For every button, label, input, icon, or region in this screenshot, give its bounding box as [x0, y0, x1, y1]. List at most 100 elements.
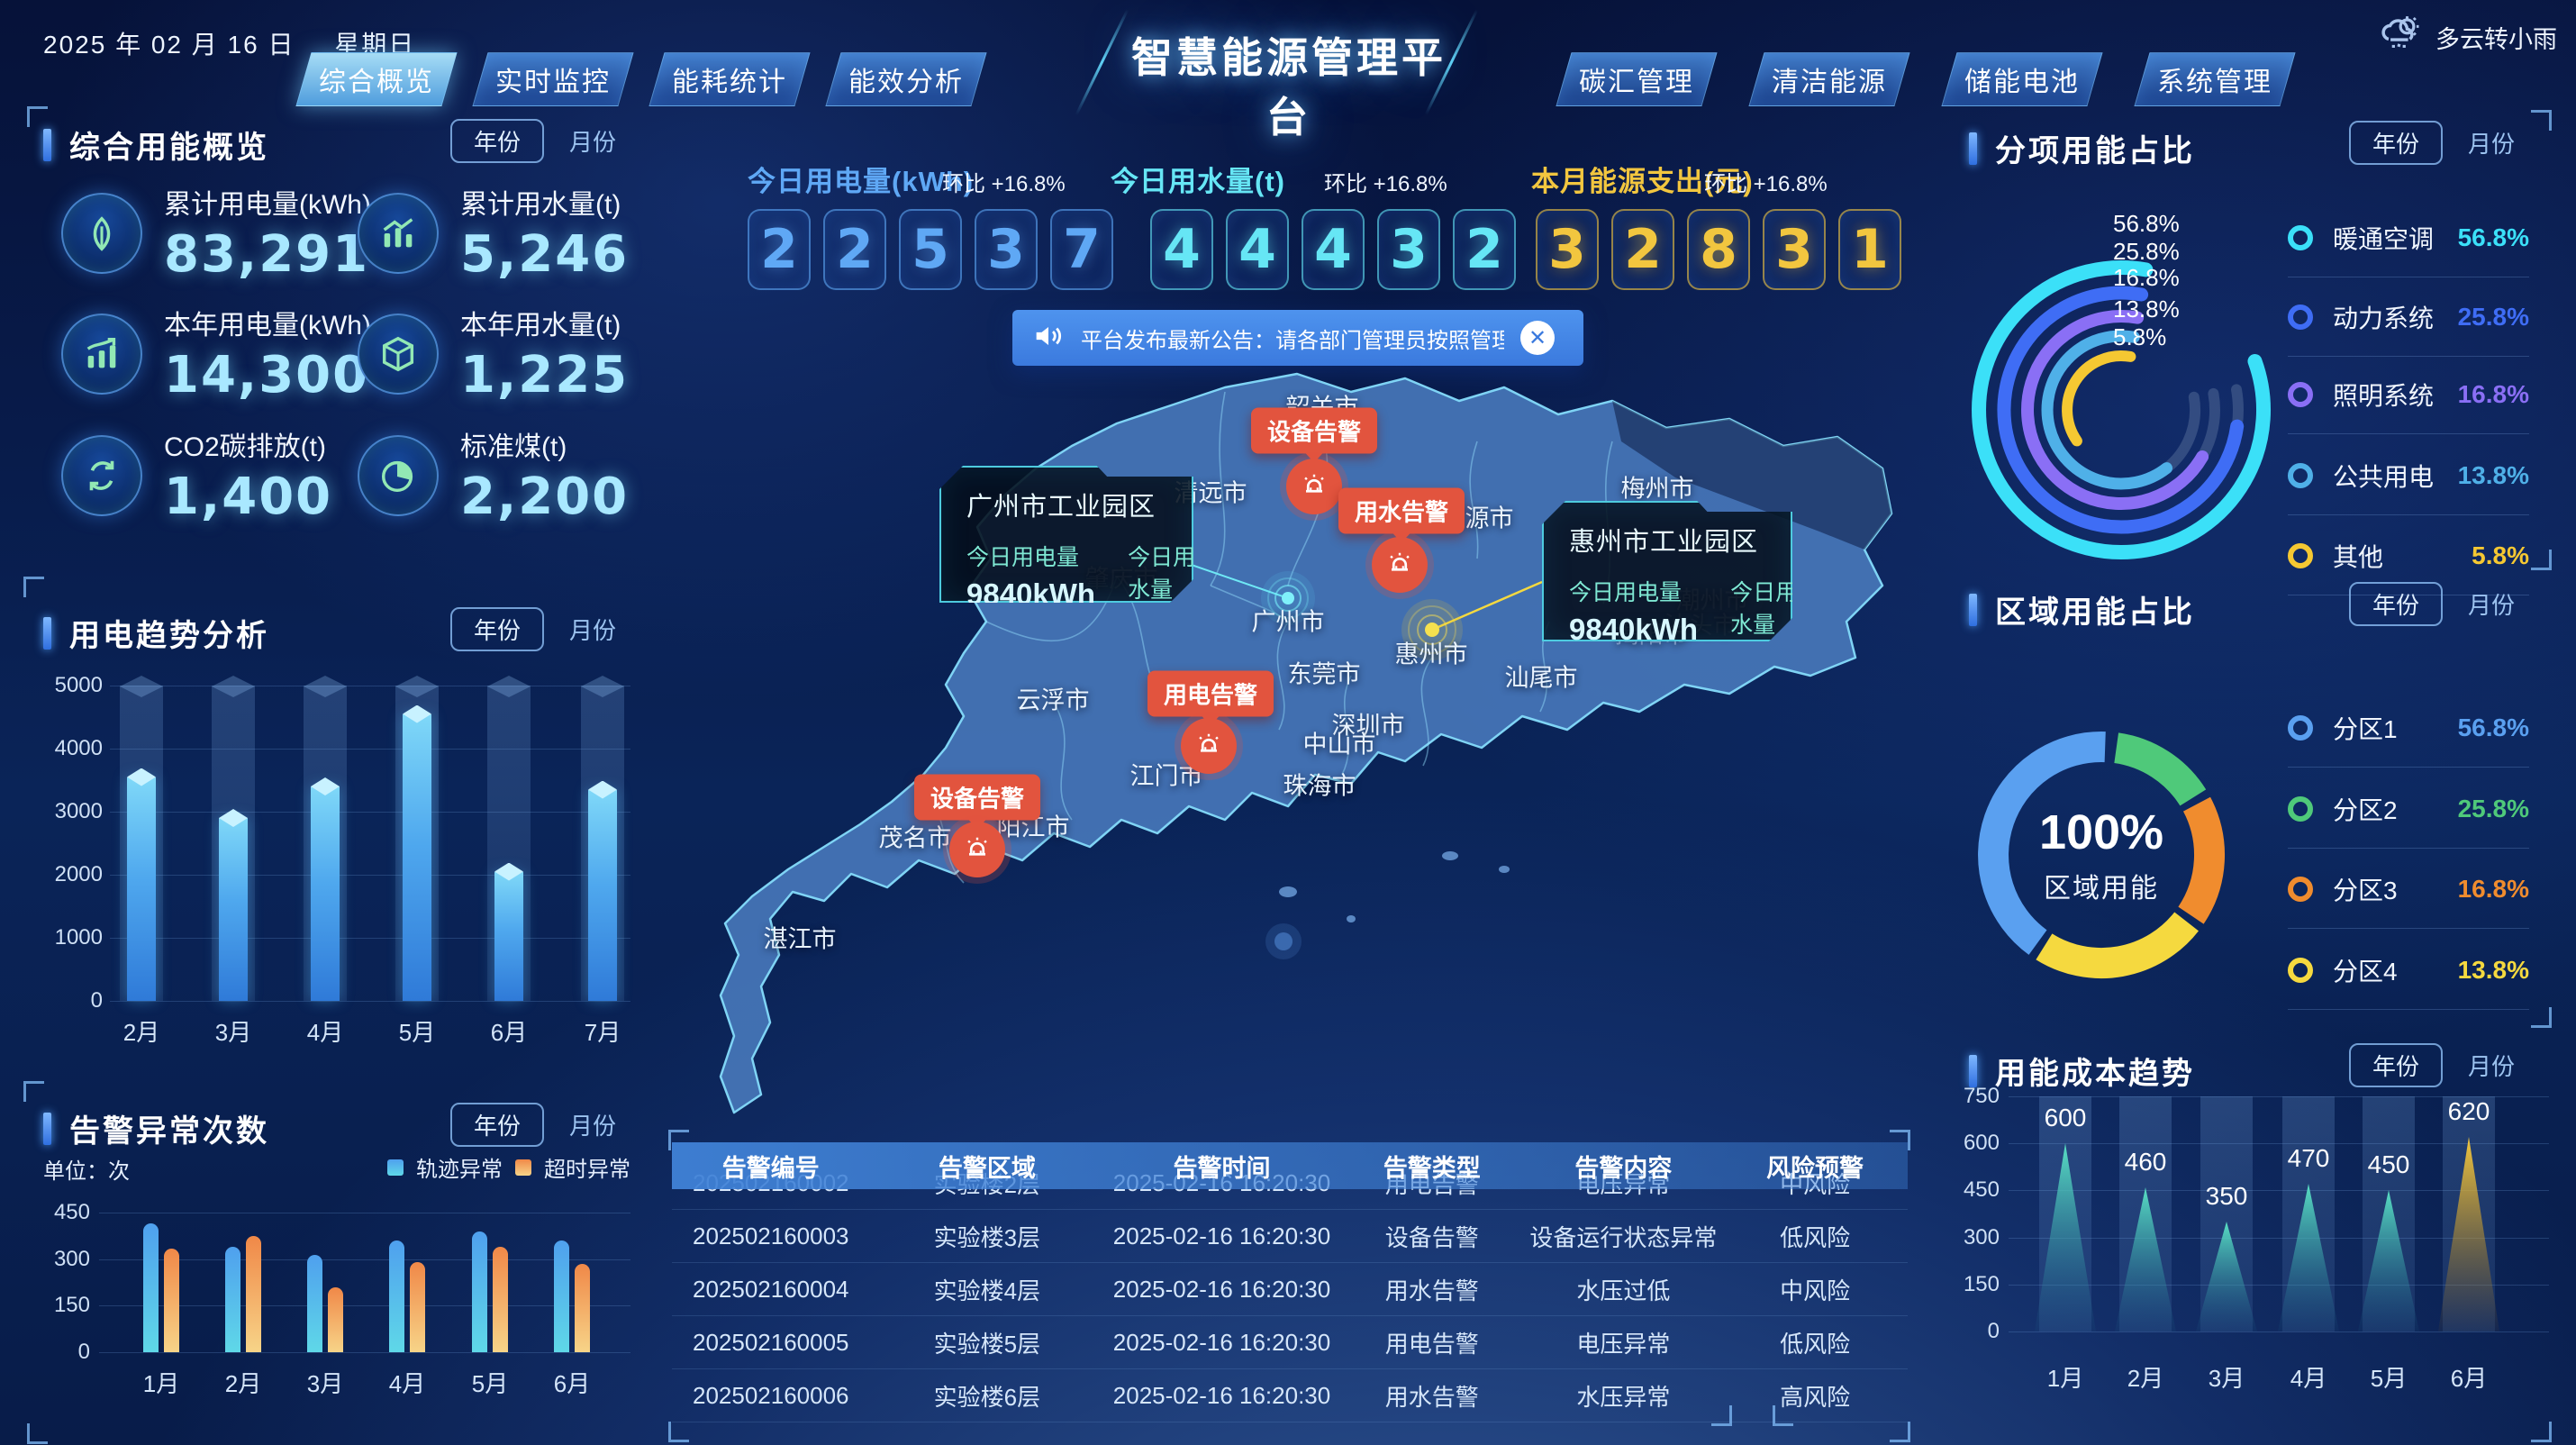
alert-badge[interactable]: 设备告警: [914, 775, 1040, 821]
stat-card: 累计用水量(t)5,246: [358, 182, 629, 284]
table-row[interactable]: 202502160003实验楼3层2025-02-16 16:20:30设备告警…: [672, 1210, 1908, 1263]
kpi-digit-group: 44432: [1150, 209, 1516, 290]
title-accent-bar: [1969, 594, 1977, 626]
weather-icon: [2378, 11, 2425, 64]
x-tick: 5月: [399, 1014, 435, 1048]
kpi-digit: 2: [1453, 209, 1516, 290]
y-tick: 1000: [55, 925, 103, 950]
month-toggle-button[interactable]: 月份: [2468, 1049, 2515, 1082]
cost-trend-title: 用能成本趋势: [1969, 1049, 2195, 1093]
gridline: [110, 875, 630, 876]
month-toggle-button[interactable]: 月份: [569, 124, 616, 158]
legend-item[interactable]: 其他5.8%: [2288, 517, 2529, 595]
legend-item[interactable]: 分区225.8%: [2288, 770, 2529, 849]
legend-item[interactable]: 暖通空调56.8%: [2288, 199, 2529, 277]
legend-item[interactable]: 公共用电13.8%: [2288, 437, 2529, 515]
siren-icon[interactable]: [949, 822, 1005, 877]
table-cell: 202502160004: [672, 1276, 870, 1304]
alarm-bar: [575, 1264, 590, 1352]
stat-label: 累计用水量(t): [460, 182, 629, 222]
stat-value: 1,400: [164, 468, 332, 526]
x-tick: 2月: [225, 1366, 261, 1399]
siren-icon[interactable]: [1286, 459, 1342, 514]
map-city-label: 茂名市: [879, 819, 952, 854]
legend-item[interactable]: 照明系统16.8%: [2288, 356, 2529, 434]
x-tick: 6月: [554, 1366, 590, 1399]
kpi-digit: 3: [975, 209, 1038, 290]
corner-decoration: [27, 1423, 48, 1444]
map-city-label: 广州市: [1252, 603, 1325, 638]
month-toggle-button[interactable]: 月份: [569, 1108, 616, 1141]
year-toggle-button[interactable]: 年份: [450, 607, 544, 651]
table-row[interactable]: 202502160004实验楼4层2025-02-16 16:20:30用水告警…: [672, 1263, 1908, 1316]
legend-item[interactable]: 分区413.8%: [2288, 932, 2529, 1010]
trend-chart-icon: [358, 193, 439, 274]
pie-icon: [358, 435, 439, 516]
kpi-digit: 2: [748, 209, 811, 290]
year-toggle-button[interactable]: 年份: [450, 119, 544, 163]
siren-icon[interactable]: [1372, 537, 1428, 593]
kpi-digit: 1: [1838, 209, 1901, 290]
stat-card: CO2碳排放(t)1,400: [61, 424, 332, 526]
legend-label: 动力系统: [2333, 299, 2458, 335]
gridline: [99, 1352, 630, 1353]
table-cell: 202502160003: [672, 1222, 870, 1250]
year-toggle-button[interactable]: 年份: [2349, 121, 2443, 165]
date-text: 2025 年 02 月 16 日: [43, 31, 295, 59]
legend-item[interactable]: 分区316.8%: [2288, 850, 2529, 929]
electricity-trend-title: 用电趋势分析: [43, 611, 269, 655]
tab-能效分析[interactable]: 能效分析: [825, 52, 986, 106]
table-header-cell: 告警编号: [672, 1149, 870, 1184]
stat-label: 累计用电量(kWh): [164, 182, 371, 222]
trend-bar: [127, 777, 156, 1002]
alert-badge[interactable]: 用电告警: [1147, 671, 1274, 717]
table-cell: 实验楼3层: [870, 1220, 1105, 1253]
tab-碳汇管理[interactable]: 碳汇管理: [1556, 52, 1717, 106]
kpi-label: 今日用电量(kWh): [748, 159, 974, 199]
stat-card: 累计用电量(kWh)83,291: [61, 182, 371, 284]
table-cell: 202502160006: [672, 1382, 870, 1410]
legend-item[interactable]: 分区156.8%: [2288, 689, 2529, 768]
siren-icon[interactable]: [1181, 718, 1237, 774]
table-cell: 2025-02-16 16:20:30: [1104, 1329, 1339, 1357]
y-tick: 2000: [55, 862, 103, 887]
cost-value-label: 600: [2045, 1104, 2087, 1132]
alert-badge[interactable]: 用水告警: [1338, 488, 1465, 534]
table-header-cell: 告警内容: [1525, 1149, 1723, 1184]
y-tick: 300: [54, 1247, 90, 1272]
tab-清洁能源[interactable]: 清洁能源: [1748, 52, 1909, 106]
month-toggle-button[interactable]: 月份: [569, 613, 616, 646]
map-city-label: 中山市: [1303, 725, 1376, 760]
legend-label: 分区2: [2333, 791, 2458, 827]
year-toggle-button[interactable]: 年份: [450, 1103, 544, 1147]
close-icon[interactable]: ✕: [1520, 321, 1555, 355]
tab-综合概览[interactable]: 综合概览: [295, 52, 457, 106]
legend-label[interactable]: 轨迹异常: [416, 1151, 503, 1183]
legend-label: 分区1: [2333, 710, 2458, 746]
table-row[interactable]: 202502160005实验楼5层2025-02-16 16:20:30用电告警…: [672, 1316, 1908, 1369]
leaf-icon: [61, 193, 142, 274]
corner-decoration: [23, 1081, 44, 1102]
alarm-table: 告警编号告警区域告警时间告警类型告警内容风险预警202502160002实验楼2…: [672, 1142, 1908, 1445]
tab-储能电池[interactable]: 储能电池: [1941, 52, 2102, 106]
stat-text: 本年用电量(kWh)14,300: [164, 303, 371, 404]
legend-ring-icon: [2288, 543, 2313, 568]
title-accent-bar: [43, 129, 51, 161]
stat-text: 累计用电量(kWh)83,291: [164, 182, 371, 284]
year-toggle-button[interactable]: 年份: [2349, 1043, 2443, 1087]
month-toggle-button[interactable]: 月份: [2468, 126, 2515, 159]
cube-icon: [358, 314, 439, 395]
tab-label: 储能电池: [1964, 59, 2080, 99]
tab-系统管理[interactable]: 系统管理: [2134, 52, 2295, 106]
table-cell: 用电告警: [1339, 1326, 1525, 1359]
table-row[interactable]: 202502160006实验楼6层2025-02-16 16:20:30用水告警…: [672, 1369, 1908, 1422]
x-tick: 3月: [307, 1366, 343, 1399]
legend-ring-icon: [2288, 958, 2313, 983]
corner-decoration: [2531, 1422, 2552, 1442]
legend-label[interactable]: 超时异常: [544, 1151, 630, 1183]
table-cell: 高风险: [1722, 1379, 1908, 1413]
tab-实时监控[interactable]: 实时监控: [472, 52, 633, 106]
legend-item[interactable]: 动力系统25.8%: [2288, 278, 2529, 357]
tab-能耗统计[interactable]: 能耗统计: [649, 52, 810, 106]
alert-badge[interactable]: 设备告警: [1251, 408, 1377, 454]
